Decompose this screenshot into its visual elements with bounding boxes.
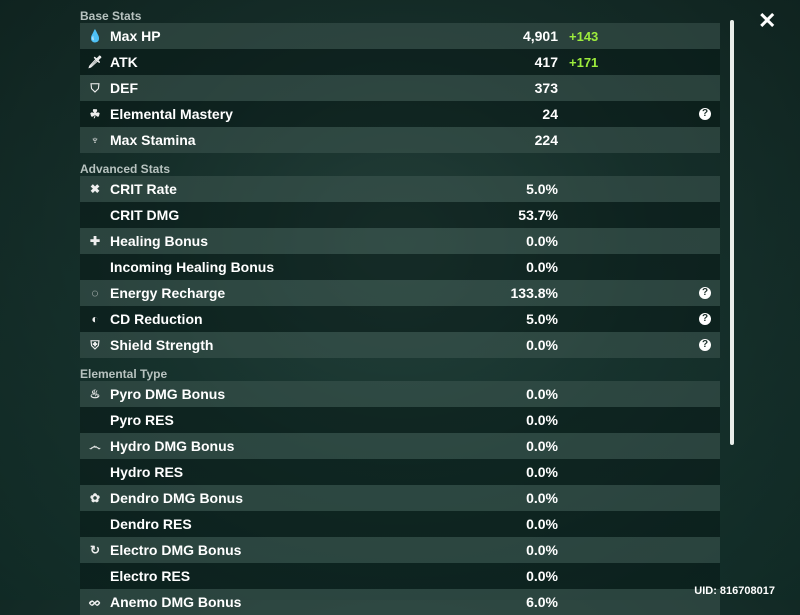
- stat-value: 0.0%: [526, 337, 558, 353]
- stat-value: 417: [534, 54, 558, 70]
- stat-label: Anemo DMG Bonus: [110, 594, 242, 610]
- help-icon[interactable]: ?: [699, 287, 711, 299]
- stat-value: 0.0%: [526, 464, 558, 480]
- pyro-icon: ♨: [89, 387, 101, 401]
- stat-value: 0.0%: [526, 386, 558, 402]
- stat-label: Elemental Mastery: [110, 106, 233, 122]
- stat-row: ✿ Dendro DMG Bonus 0.0%: [80, 485, 720, 511]
- stamina-icon: ♆: [90, 133, 100, 147]
- elemental-mastery-icon: ☘: [89, 107, 101, 121]
- stat-value: 5.0%: [526, 311, 558, 327]
- stat-row: ☘ Elemental Mastery 24?: [80, 101, 720, 127]
- stat-bonus: +143: [569, 28, 599, 44]
- stat-row: ᨖ Anemo DMG Bonus 6.0%: [80, 589, 720, 615]
- dendro-icon: ✿: [89, 491, 101, 505]
- stat-row: Dendro RES 0.0%: [80, 511, 720, 537]
- scrollbar[interactable]: [730, 20, 734, 445]
- stat-row: ✖ CRIT Rate 5.0%: [80, 176, 720, 202]
- stat-value: 5.0%: [526, 181, 558, 197]
- stat-label: Healing Bonus: [110, 233, 209, 249]
- energy-recharge-icon: ◌: [91, 286, 99, 300]
- stats-panel: Base Stats 💧 Max HP 4,901 +143 🗡 ATK 417 +171 ⛉ DE…: [80, 0, 720, 615]
- stat-row: ෴ Hydro DMG Bonus 0.0%: [80, 433, 720, 459]
- stat-row: CRIT DMG 53.7%: [80, 202, 720, 228]
- section-header-advanced-stats: Advanced Stats: [80, 162, 171, 176]
- close-icon[interactable]: ✕: [758, 8, 776, 34]
- anemo-icon: ᨖ: [88, 594, 102, 609]
- stat-label: DEF: [110, 80, 138, 96]
- help-icon[interactable]: ?: [699, 339, 711, 351]
- cd-reduction-icon: ◐: [91, 312, 99, 326]
- stat-label: Pyro DMG Bonus: [110, 386, 226, 402]
- stat-label: CRIT Rate: [110, 181, 177, 197]
- stat-row: Pyro RES 0.0%: [80, 407, 720, 433]
- stat-row: 💧 Max HP 4,901 +143: [80, 23, 720, 49]
- shield-icon: ⛉: [90, 80, 100, 95]
- stat-value: 0.0%: [526, 438, 558, 454]
- stat-value: 0.0%: [526, 259, 558, 275]
- stat-value: 4,901: [522, 28, 558, 44]
- stat-row: Electro RES 0.0%: [80, 563, 720, 589]
- stat-row: ◌ Energy Recharge 133.8%?: [80, 280, 720, 306]
- stat-label: Max HP: [110, 28, 161, 44]
- stat-value: 0.0%: [526, 412, 558, 428]
- stat-label: Hydro DMG Bonus: [110, 438, 235, 454]
- stat-label: Electro DMG Bonus: [110, 542, 242, 558]
- stat-value: 0.0%: [526, 568, 558, 584]
- stat-value: 0.0%: [526, 233, 558, 249]
- stat-row: ♨ Pyro DMG Bonus 0.0%: [80, 381, 720, 407]
- stat-value: 373: [534, 80, 558, 96]
- sword-icon: 🗡: [87, 55, 103, 69]
- hp-drop-icon: 💧: [87, 29, 103, 43]
- stat-value: 0.0%: [526, 542, 558, 558]
- stat-row: ✚ Healing Bonus 0.0%: [80, 228, 720, 254]
- stat-label: Max Stamina: [110, 132, 196, 148]
- stat-label: Shield Strength: [110, 337, 214, 353]
- stat-label: CD Reduction: [110, 311, 203, 327]
- stat-label: Hydro RES: [110, 464, 184, 480]
- stat-value: 224: [534, 132, 558, 148]
- stat-row: Incoming Healing Bonus 0.0%: [80, 254, 720, 280]
- electro-icon: ↻: [89, 543, 101, 557]
- stat-label: CRIT DMG: [110, 207, 180, 223]
- stat-value: 0.0%: [526, 490, 558, 506]
- stat-label: Dendro RES: [110, 516, 192, 532]
- stat-row: Hydro RES 0.0%: [80, 459, 720, 485]
- stat-value: 6.0%: [526, 594, 558, 610]
- stat-label: Electro RES: [110, 568, 191, 584]
- help-icon[interactable]: ?: [699, 313, 711, 325]
- help-icon[interactable]: ?: [699, 108, 711, 120]
- hydro-icon: ෴: [89, 438, 101, 453]
- stat-value: 53.7%: [518, 207, 558, 223]
- stat-row: ⛨ Shield Strength 0.0%?: [80, 332, 720, 358]
- stat-label: Pyro RES: [110, 412, 174, 428]
- stat-value: 24: [542, 106, 558, 122]
- stat-row: ↻ Electro DMG Bonus 0.0%: [80, 537, 720, 563]
- healing-cross-icon: ✚: [89, 234, 101, 248]
- stat-label: Incoming Healing Bonus: [110, 259, 275, 275]
- stat-label: Dendro DMG Bonus: [110, 490, 243, 506]
- stat-row: 🗡 ATK 417 +171: [80, 49, 720, 75]
- stat-label: ATK: [110, 54, 138, 70]
- stat-row: ◐ CD Reduction 5.0%?: [80, 306, 720, 332]
- uid-label: UID: 816708017: [694, 585, 775, 597]
- section-header-elemental-type: Elemental Type: [80, 367, 168, 381]
- section-header-base-stats: Base Stats: [80, 9, 142, 23]
- stat-label: Energy Recharge: [110, 285, 226, 301]
- crit-icon: ✖: [89, 182, 101, 196]
- stat-row: ⛉ DEF 373: [80, 75, 720, 101]
- stat-value: 133.8%: [510, 285, 558, 301]
- stat-row: ♆ Max Stamina 224: [80, 127, 720, 153]
- stat-value: 0.0%: [526, 516, 558, 532]
- shield-strength-icon: ⛨: [90, 337, 100, 352]
- stat-bonus: +171: [569, 54, 599, 70]
